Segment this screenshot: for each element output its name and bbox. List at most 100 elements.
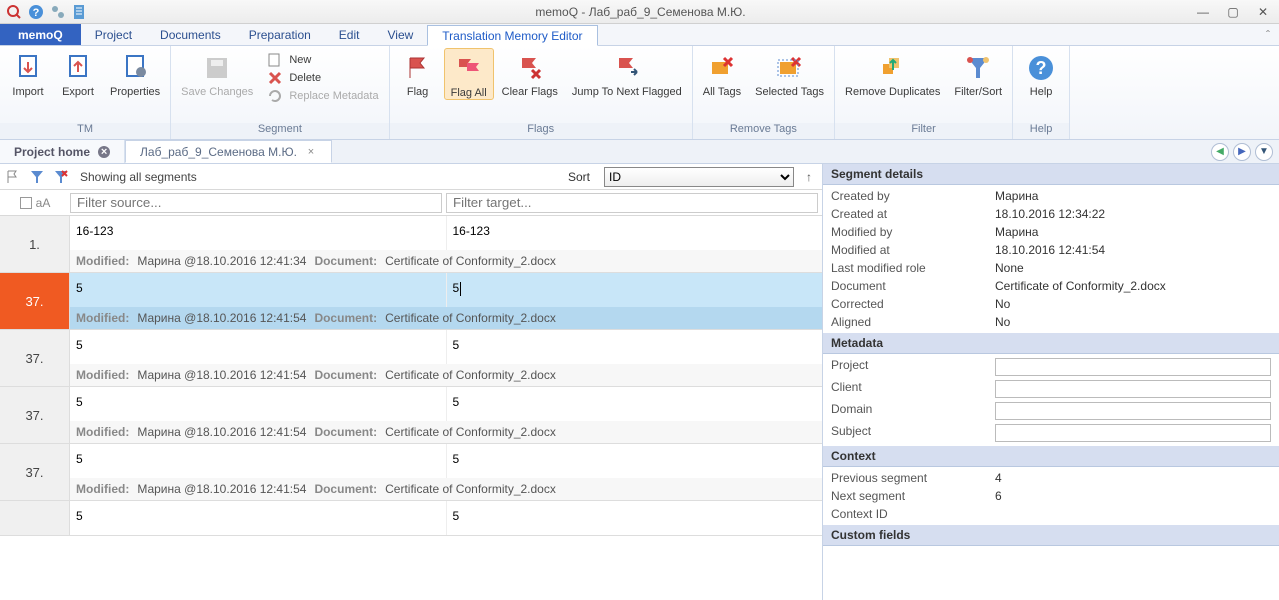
import-button[interactable]: Import (4, 48, 52, 98)
context-row: Previous segment4 (823, 469, 1279, 487)
segment-details-header: Segment details (823, 164, 1279, 185)
filter-inputs: aA (0, 190, 822, 216)
flag-all-button[interactable]: Flag All (444, 48, 494, 100)
document-tabs: Project home × Лаб_раб_9_Семенова М.Ю. ×… (0, 140, 1279, 164)
settings-icon[interactable] (50, 4, 66, 20)
menu-tab-edit[interactable]: Edit (325, 24, 374, 45)
metadata-input-domain[interactable] (995, 402, 1271, 420)
menu-bar: memoQ ProjectDocumentsPreparationEditVie… (0, 24, 1279, 46)
save-changes-button: Save Changes (175, 48, 259, 98)
custom-fields-header: Custom fields (823, 525, 1279, 546)
close-tab-icon[interactable]: × (98, 146, 110, 158)
minimize-button[interactable]: — (1193, 4, 1213, 20)
table-row[interactable]: 37.55Modified:Марина @18.10.2016 12:41:5… (0, 444, 822, 501)
filter-source-input[interactable] (70, 193, 442, 213)
menu-tab-documents[interactable]: Documents (146, 24, 235, 45)
sort-select[interactable]: ID (604, 167, 794, 187)
detail-row: CorrectedNo (823, 295, 1279, 313)
case-label: aA (36, 196, 51, 210)
source-cell[interactable]: 16-123 (70, 216, 447, 250)
details-pane: Segment details Created byМаринаCreated … (823, 164, 1279, 600)
help-icon[interactable]: ? (28, 4, 44, 20)
table-row[interactable]: 1.16-12316-123Modified:Марина @18.10.201… (0, 216, 822, 273)
filter-target-input[interactable] (446, 193, 818, 213)
table-row[interactable]: 37.55Modified:Марина @18.10.2016 12:41:5… (0, 330, 822, 387)
new-segment-button[interactable]: New (267, 52, 378, 68)
nav-forward-button[interactable]: ▶ (1233, 143, 1251, 161)
help-button[interactable]: ? Help (1017, 48, 1065, 98)
group-tm-label: TM (0, 123, 170, 139)
metadata-header: Metadata (823, 333, 1279, 354)
target-cell[interactable]: 5 (447, 273, 823, 307)
svg-text:?: ? (1036, 58, 1047, 78)
tab-file[interactable]: Лаб_раб_9_Семенова М.Ю. × (125, 140, 332, 163)
sort-label: Sort (568, 170, 590, 184)
filter-bar: Showing all segments Sort ID ↑ (0, 164, 822, 190)
sort-direction-button[interactable]: ↑ (800, 168, 818, 186)
clear-flags-button[interactable]: Clear Flags (496, 48, 564, 98)
source-cell[interactable]: 5 (70, 273, 447, 307)
metadata-input-client[interactable] (995, 380, 1271, 398)
source-cell[interactable]: 5 (70, 387, 447, 421)
app-icon (6, 4, 22, 20)
detail-row: Created byМарина (823, 187, 1279, 205)
close-window-button[interactable]: ✕ (1253, 4, 1273, 20)
target-cell[interactable]: 5 (447, 330, 823, 364)
metadata-input-project[interactable] (995, 358, 1271, 376)
detail-row: Modified byМарина (823, 223, 1279, 241)
detail-row: DocumentCertificate of Conformity_2.docx (823, 277, 1279, 295)
tab-project-home[interactable]: Project home × (0, 140, 125, 163)
notes-icon[interactable] (72, 4, 88, 20)
flag-button[interactable]: Flag (394, 48, 442, 98)
target-cell[interactable]: 5 (447, 387, 823, 421)
export-button[interactable]: Export (54, 48, 102, 98)
menu-tab-view[interactable]: View (373, 24, 427, 45)
metadata-input-subject[interactable] (995, 424, 1271, 442)
target-cell[interactable]: 5 (447, 444, 823, 478)
table-row[interactable]: 37.55Modified:Марина @18.10.2016 12:41:5… (0, 387, 822, 444)
ribbon-collapse[interactable]: ˆ (1257, 24, 1279, 45)
metadata-row: Domain (823, 400, 1279, 422)
metadata-row: Subject (823, 422, 1279, 444)
row-number: 37. (0, 273, 70, 329)
source-cell[interactable]: 5 (70, 330, 447, 364)
funnel-filter-icon[interactable] (28, 168, 46, 186)
detail-row: Modified at18.10.2016 12:41:54 (823, 241, 1279, 259)
menu-tab-preparation[interactable]: Preparation (235, 24, 325, 45)
brand[interactable]: memoQ (0, 24, 81, 45)
delete-segment-button[interactable]: Delete (267, 70, 378, 86)
filter-sort-button[interactable]: Filter/Sort (948, 48, 1008, 98)
nav-back-button[interactable]: ◀ (1211, 143, 1229, 161)
case-checkbox[interactable] (20, 197, 32, 209)
menu-tab-project[interactable]: Project (81, 24, 146, 45)
table-row[interactable]: 55 (0, 501, 822, 536)
svg-text:?: ? (33, 7, 40, 19)
flag-filter-icon[interactable] (4, 168, 22, 186)
target-cell[interactable]: 16-123 (447, 216, 823, 250)
remove-duplicates-button[interactable]: Remove Duplicates (839, 48, 946, 98)
close-tab-icon[interactable]: × (305, 146, 317, 158)
replace-metadata-button: Replace Metadata (267, 88, 378, 104)
properties-button[interactable]: Properties (104, 48, 166, 98)
remove-selected-tags-button[interactable]: Selected Tags (749, 48, 830, 98)
row-number: 1. (0, 216, 70, 272)
row-number: 37. (0, 330, 70, 386)
title-bar: ? memoQ - Лаб_раб_9_Семенова М.Ю. — ▢ ✕ (0, 0, 1279, 24)
source-cell[interactable]: 5 (70, 444, 447, 478)
menu-tab-translation-memory-editor[interactable]: Translation Memory Editor (427, 25, 597, 46)
row-number: 37. (0, 387, 70, 443)
maximize-button[interactable]: ▢ (1223, 4, 1243, 20)
table-row[interactable]: 37.55Modified:Марина @18.10.2016 12:41:5… (0, 273, 822, 330)
context-header: Context (823, 446, 1279, 467)
jump-next-flagged-button[interactable]: Jump To Next Flagged (566, 48, 688, 98)
remove-all-tags-button[interactable]: All Tags (697, 48, 747, 98)
context-row: Context ID (823, 505, 1279, 523)
detail-row: Created at18.10.2016 12:34:22 (823, 205, 1279, 223)
detail-row: Last modified roleNone (823, 259, 1279, 277)
clear-filter-icon[interactable] (52, 168, 70, 186)
ribbon: Import Export Properties TM Save Changes… (0, 46, 1279, 140)
nav-dropdown-button[interactable]: ▼ (1255, 143, 1273, 161)
metadata-row: Client (823, 378, 1279, 400)
metadata-row: Project (823, 356, 1279, 378)
segment-grid[interactable]: 1.16-12316-123Modified:Марина @18.10.201… (0, 216, 822, 600)
